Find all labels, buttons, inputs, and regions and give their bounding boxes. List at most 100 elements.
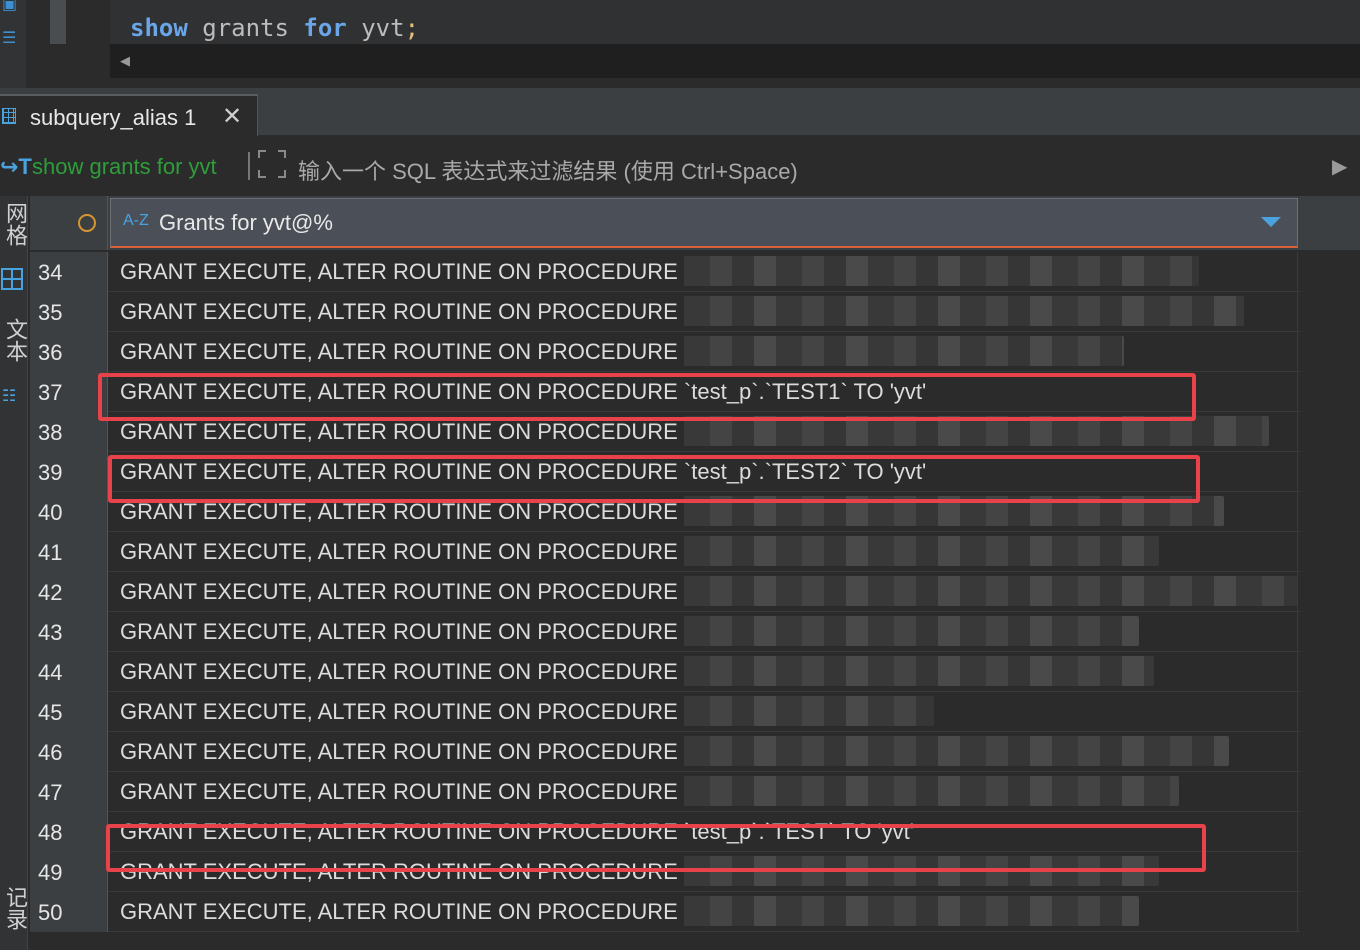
select-all-icon[interactable] (78, 214, 96, 232)
text-view-icon[interactable]: ☷ (2, 386, 16, 406)
expand-icon[interactable] (258, 150, 286, 178)
row-number[interactable]: 35 (30, 292, 108, 332)
editor-gutter: ▣ ☰ (0, 0, 26, 88)
row-number[interactable]: 45 (30, 692, 108, 732)
table-row[interactable]: 35 GRANT EXECUTE, ALTER ROUTINE ON PROCED… (30, 292, 1360, 332)
panel-icon[interactable]: ▣ (2, 0, 17, 14)
table-row[interactable]: 41 GRANT EXECUTE, ALTER ROUTINE ON PROCED… (30, 532, 1360, 572)
grid-header: A-Z Grants for yvt@% (30, 196, 1360, 250)
row-number[interactable]: 46 (30, 732, 108, 772)
row-number[interactable]: 37 (30, 372, 108, 412)
row-number[interactable]: 49 (30, 852, 108, 892)
row-number[interactable]: 43 (30, 612, 108, 652)
grant-text: GRANT EXECUTE, ALTER ROUTINE ON PROCEDUR… (120, 339, 678, 364)
row-number[interactable]: 41 (30, 532, 108, 572)
run-filter-icon[interactable]: ▶ (1332, 154, 1347, 179)
close-icon[interactable]: ✕ (222, 102, 242, 131)
grant-cell[interactable]: GRANT EXECUTE, ALTER ROUTINE ON PROCEDUR… (110, 332, 1298, 372)
tab-subquery-alias[interactable]: subquery_alias 1 ✕ (0, 94, 258, 136)
table-row[interactable]: 47 GRANT EXECUTE, ALTER ROUTINE ON PROCED… (30, 772, 1360, 812)
grant-cell[interactable]: GRANT EXECUTE, ALTER ROUTINE ON PROCEDUR… (110, 652, 1298, 692)
grant-text: GRANT EXECUTE, ALTER ROUTINE ON PROCEDUR… (120, 259, 678, 284)
redacted-block (683, 696, 934, 726)
redacted-block (683, 776, 1179, 806)
redacted-block (683, 296, 1244, 326)
table-row[interactable]: 46 GRANT EXECUTE, ALTER ROUTINE ON PROCED… (30, 732, 1360, 772)
grant-cell[interactable]: GRANT EXECUTE, ALTER ROUTINE ON PROCEDUR… (110, 732, 1298, 772)
grant-cell[interactable]: GRANT EXECUTE, ALTER ROUTINE ON PROCEDUR… (110, 572, 1298, 612)
table-row[interactable]: 36 GRANT EXECUTE, ALTER ROUTINE ON PROCED… (30, 332, 1360, 372)
code-semicolon: ; (404, 14, 420, 42)
code-word-grants: grants (202, 14, 289, 42)
code-word-user: yvt (361, 14, 405, 42)
grid-empty-area (1300, 572, 1360, 612)
grid-empty-area (1300, 772, 1360, 812)
tab-record[interactable]: 记录 (0, 886, 28, 930)
redacted-block (683, 536, 1159, 566)
filter-divider (248, 152, 250, 180)
outline-icon[interactable]: ☰ (2, 28, 16, 48)
editor-line-marker (50, 0, 66, 44)
scroll-left-icon[interactable]: ◀ (120, 53, 130, 69)
grant-cell[interactable]: GRANT EXECUTE, ALTER ROUTINE ON PROCEDUR… (110, 292, 1298, 332)
editor-horizontal-scrollbar[interactable]: ◀ (110, 44, 1360, 78)
grid-empty-area (1300, 372, 1360, 412)
grant-cell[interactable]: GRANT EXECUTE, ALTER ROUTINE ON PROCEDUR… (110, 252, 1298, 292)
table-row[interactable]: 42 GRANT EXECUTE, ALTER ROUTINE ON PROCED… (30, 572, 1360, 612)
table-row[interactable]: 45 GRANT EXECUTE, ALTER ROUTINE ON PROCED… (30, 692, 1360, 732)
grant-cell[interactable]: GRANT EXECUTE, ALTER ROUTINE ON PROCEDUR… (110, 692, 1298, 732)
grid-empty-area (1300, 252, 1360, 292)
source-query-label[interactable]: show grants for yvt (32, 154, 217, 180)
grant-text: GRANT EXECUTE, ALTER ROUTINE ON PROCEDUR… (120, 699, 678, 724)
row-number[interactable]: 44 (30, 652, 108, 692)
column-header-grants[interactable]: A-Z Grants for yvt@% (110, 198, 1298, 248)
grid-empty-area (1300, 852, 1360, 892)
code-keyword-for: for (303, 14, 347, 42)
row-number[interactable]: 47 (30, 772, 108, 812)
grid-empty-area (1300, 892, 1360, 932)
grid-icon[interactable] (1, 268, 23, 290)
table-grid-icon (2, 108, 16, 124)
sort-dropdown-icon[interactable] (1261, 217, 1281, 227)
grant-cell[interactable]: GRANT EXECUTE, ALTER ROUTINE ON PROCEDUR… (110, 532, 1298, 572)
grid-empty-area (1300, 332, 1360, 372)
row-number[interactable]: 42 (30, 572, 108, 612)
grant-cell[interactable]: GRANT EXECUTE, ALTER ROUTINE ON PROCEDUR… (110, 612, 1298, 652)
grant-cell[interactable]: GRANT EXECUTE, ALTER ROUTINE ON PROCEDUR… (110, 892, 1298, 932)
row-number[interactable]: 48 (30, 812, 108, 852)
tab-text[interactable]: 文本 (0, 318, 28, 362)
grant-text: GRANT EXECUTE, ALTER ROUTINE ON PROCEDUR… (120, 779, 678, 804)
editor-code-line[interactable]: show grants for yvt; (110, 0, 1360, 44)
grant-text: GRANT EXECUTE, ALTER ROUTINE ON PROCEDUR… (120, 619, 678, 644)
table-row[interactable]: 44 GRANT EXECUTE, ALTER ROUTINE ON PROCED… (30, 652, 1360, 692)
grant-text: GRANT EXECUTE, ALTER ROUTINE ON PROCEDUR… (120, 739, 678, 764)
string-type-icon: A-Z (123, 212, 149, 229)
tab-grid[interactable]: 网格 (0, 202, 28, 246)
grid-empty-area (1300, 652, 1360, 692)
code-keyword-show: show (130, 14, 188, 42)
table-row[interactable]: 34 GRANT EXECUTE, ALTER ROUTINE ON PROCED… (30, 252, 1360, 292)
highlight-box (108, 455, 1200, 503)
grid-empty-area (1300, 492, 1360, 532)
result-view-switcher: 网格 文本 ☷ 记录 (0, 196, 28, 950)
row-number[interactable]: 34 (30, 252, 108, 292)
row-number[interactable]: 40 (30, 492, 108, 532)
table-row[interactable]: 50 GRANT EXECUTE, ALTER ROUTINE ON PROCED… (30, 892, 1360, 932)
row-number-header[interactable] (30, 196, 108, 250)
grant-cell[interactable]: GRANT EXECUTE, ALTER ROUTINE ON PROCEDUR… (110, 772, 1298, 812)
grid-empty-area (1300, 732, 1360, 772)
grid-empty-area (1300, 692, 1360, 732)
tab-label: subquery_alias 1 (30, 105, 197, 130)
row-number[interactable]: 38 (30, 412, 108, 452)
row-number[interactable]: 50 (30, 892, 108, 932)
grid-empty-area (1300, 532, 1360, 572)
row-number[interactable]: 36 (30, 332, 108, 372)
filter-input[interactable]: 输入一个 SQL 表达式来过滤结果 (使用 Ctrl+Space) (298, 154, 798, 186)
sql-editor[interactable]: ▣ ☰ show grants for yvt; ◀ (0, 0, 1360, 88)
row-number[interactable]: 39 (30, 452, 108, 492)
highlight-box (98, 373, 1196, 421)
redacted-block (683, 616, 1139, 646)
grant-text: GRANT EXECUTE, ALTER ROUTINE ON PROCEDUR… (120, 539, 678, 564)
table-row[interactable]: 43 GRANT EXECUTE, ALTER ROUTINE ON PROCED… (30, 612, 1360, 652)
column-title: Grants for yvt@% (159, 210, 333, 235)
